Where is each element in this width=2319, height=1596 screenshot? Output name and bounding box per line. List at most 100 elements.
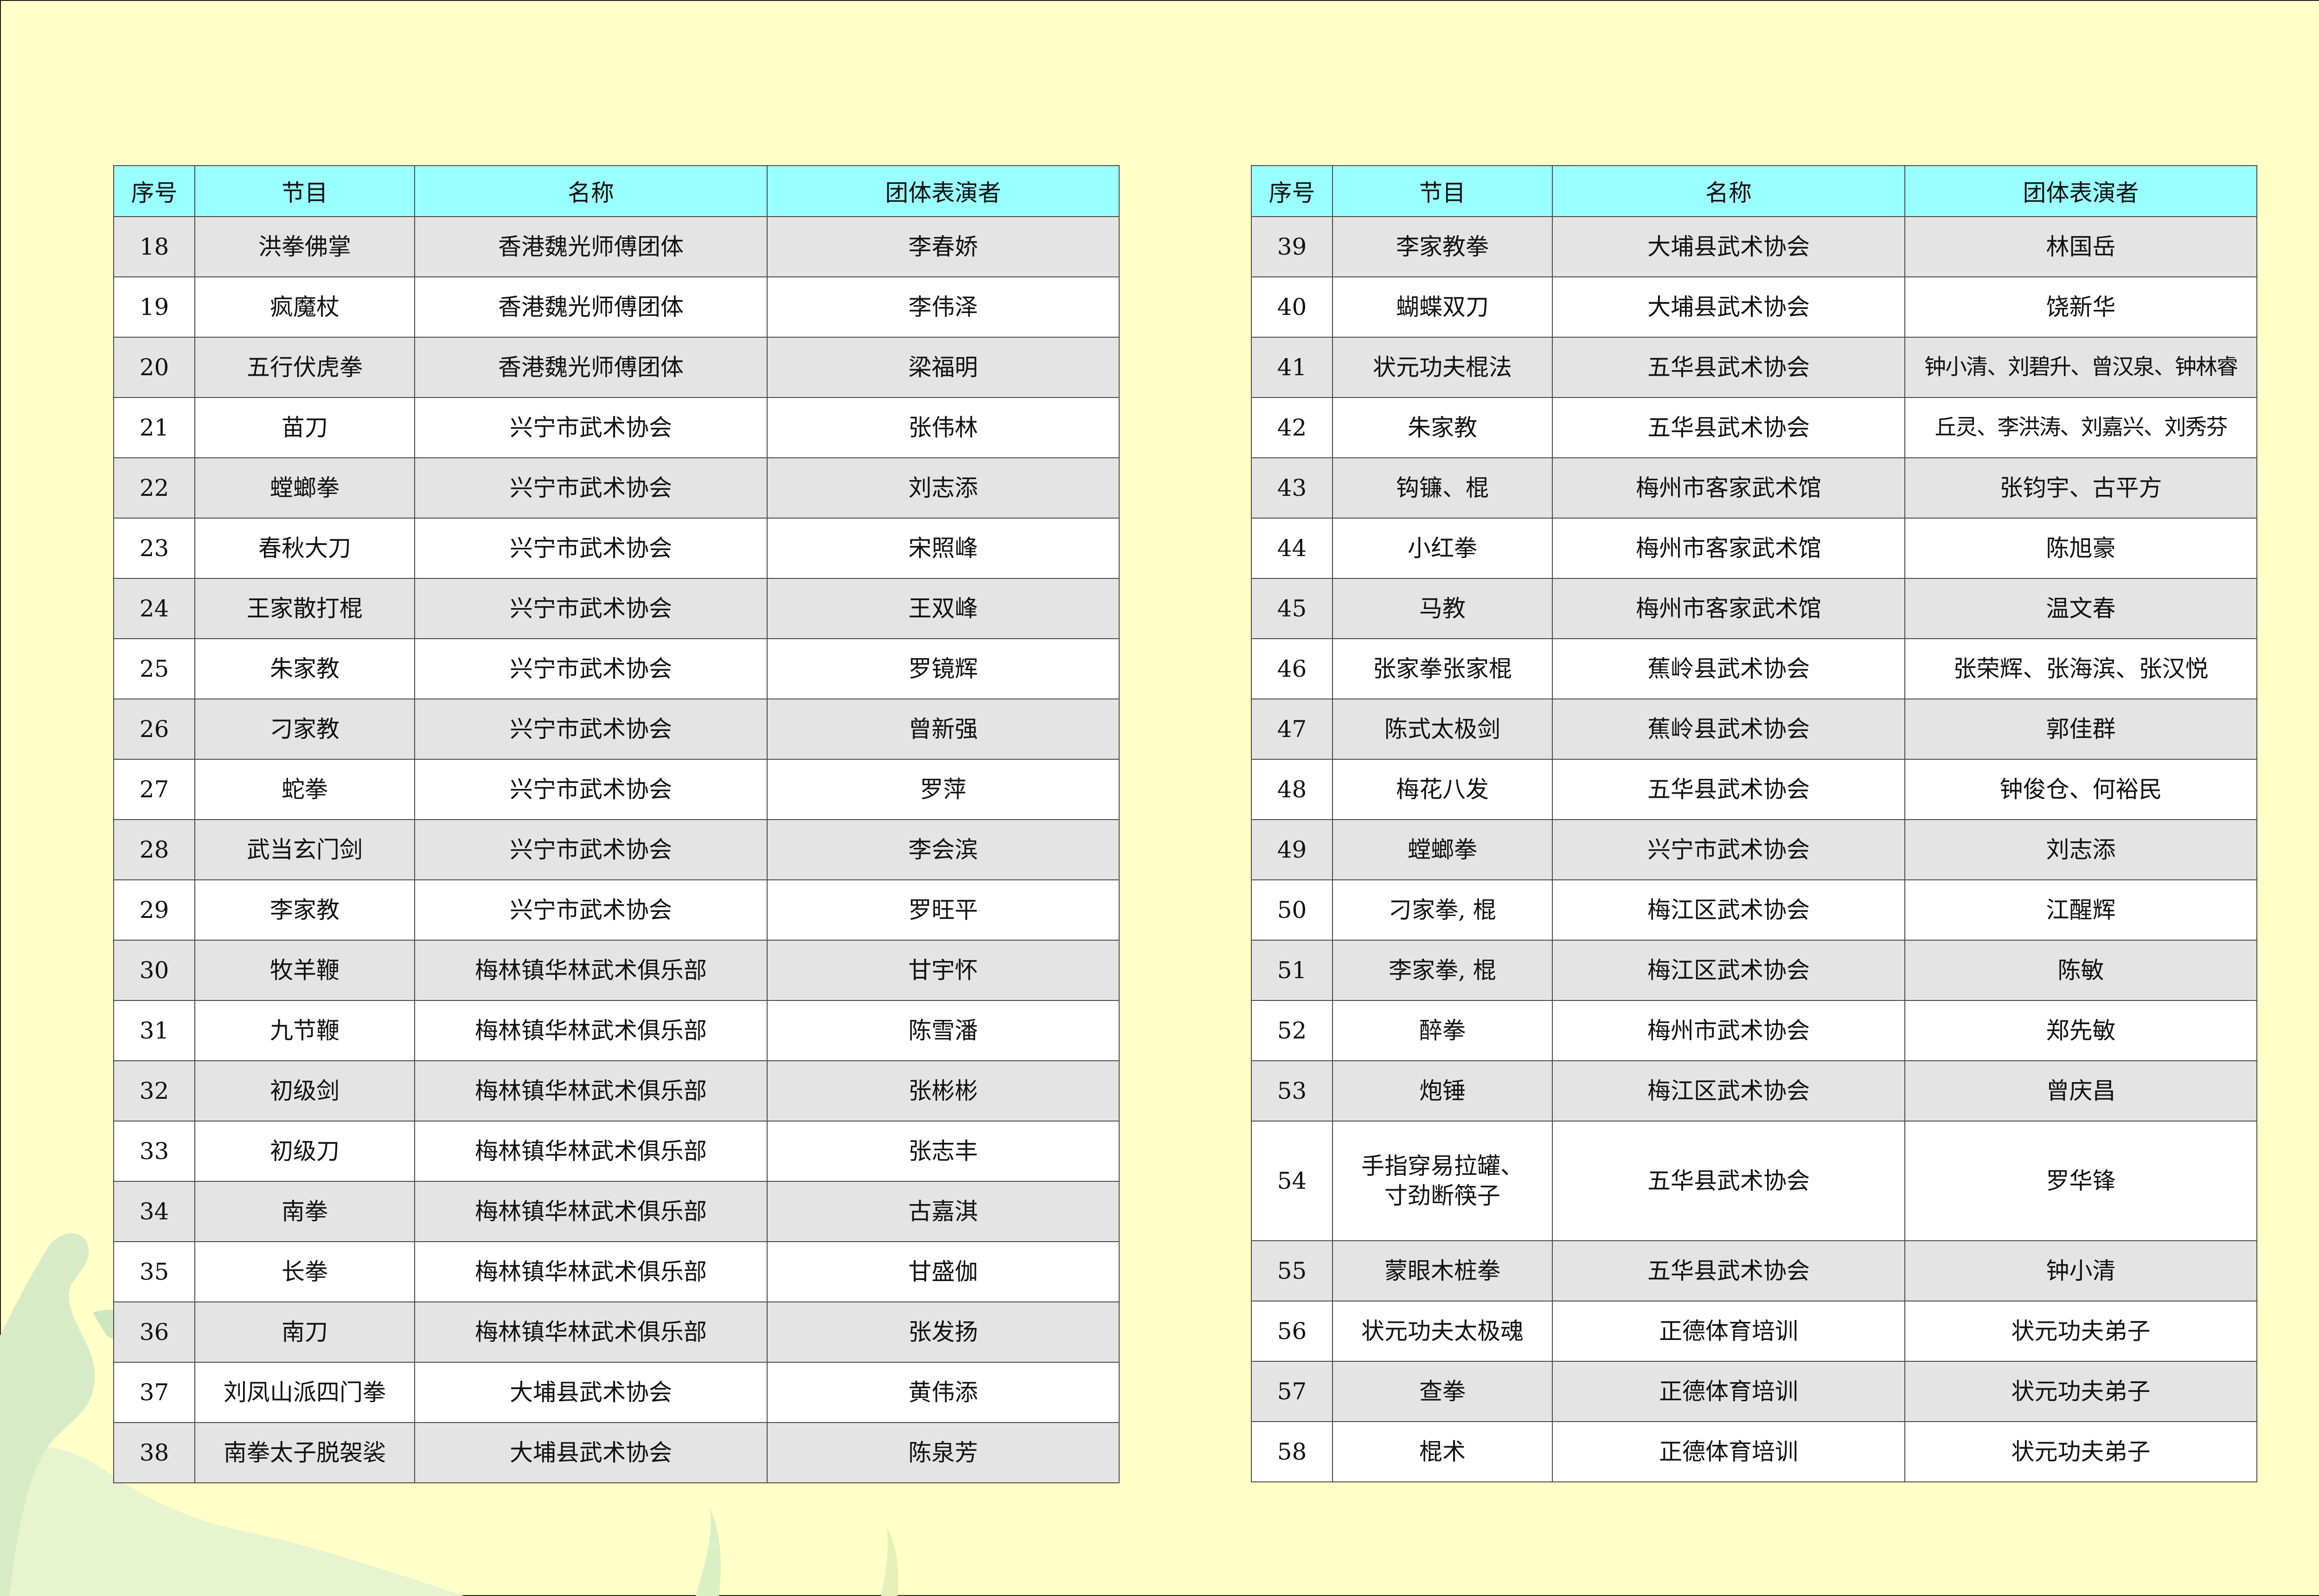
cell-org: 香港魏光师傅团体 [414, 276, 768, 338]
cell-performer: 丘灵、李洪涛、刘嘉兴、刘秀芬 [1904, 397, 2257, 458]
table-row: 51 李家拳, 棍梅江区武术协会 陈敏 [1251, 940, 2257, 1001]
cell-item: 蒙眼木桩拳 [1332, 1240, 1553, 1301]
cell-org: 正德体育培训 [1552, 1421, 1905, 1482]
cell-performer: 郭佳群 [1904, 699, 2257, 760]
table-row: 39 李家教拳 大埔县武术协会 林国岳 [1251, 216, 2257, 277]
cell-no: 19 [113, 276, 195, 338]
cell-org: 兴宁市武术协会 [414, 638, 768, 699]
cell-no: 25 [113, 638, 195, 699]
cell-item: 棍术 [1332, 1421, 1553, 1482]
cell-item: 南拳太子脱袈裟 [194, 1422, 415, 1483]
table-row: 31 九节鞭 梅林镇华林武术俱乐部 陈雪潘 [113, 1000, 1120, 1061]
header-performer: 团体表演者 [767, 165, 1120, 217]
table-row: 57 查拳 正德体育培训 状元功夫弟子 [1251, 1361, 2257, 1422]
cell-performer: 郑先敏 [1904, 1000, 2257, 1061]
cell-no: 23 [113, 518, 195, 579]
cell-org: 大埔县武术协会 [1552, 276, 1905, 338]
cell-performer: 张彬彬 [767, 1060, 1120, 1122]
cell-performer: 罗华锋 [1904, 1121, 2257, 1241]
cell-no: 53 [1251, 1060, 1333, 1122]
cell-item: 刁家拳, 棍 [1332, 879, 1553, 941]
cell-org: 五华县武术协会 [1552, 1121, 1905, 1241]
table-row: 54 手指穿易拉罐、寸劲断筷子 五华县武术协会 罗华锋 [1251, 1121, 2257, 1241]
cell-performer: 王双峰 [767, 578, 1120, 639]
header-item: 节目 [194, 165, 415, 217]
cell-no: 33 [113, 1121, 195, 1182]
cell-performer: 温文春 [1904, 578, 2257, 639]
cell-no: 30 [113, 940, 195, 1001]
table-row: 53 炮锤 梅江区武术协会 曾庆昌 [1251, 1060, 2257, 1122]
table-row: 28 武当玄门剑 兴宁市武术协会 李会滨 [113, 819, 1120, 880]
cell-org: 兴宁市武术协会 [414, 578, 768, 639]
cell-no: 46 [1251, 638, 1333, 699]
cell-no: 49 [1251, 819, 1333, 880]
table-row: 49 螳螂拳 兴宁市武术协会 刘志添 [1251, 819, 2257, 880]
cell-performer: 罗镜辉 [767, 638, 1120, 699]
cell-performer: 钟小清 [1904, 1240, 2257, 1301]
cell-item: 李家拳, 棍 [1332, 940, 1553, 1001]
table-row: 35 长拳 梅林镇华林武术俱乐部 甘盛伽 [113, 1241, 1120, 1302]
cell-item: 洪拳佛掌 [194, 216, 415, 277]
cell-org: 蕉岭县武术协会 [1552, 699, 1905, 760]
cell-org: 大埔县武术协会 [1552, 216, 1905, 277]
cell-org: 梅林镇华林武术俱乐部 [414, 1060, 768, 1122]
cell-org: 兴宁市武术协会 [414, 457, 768, 519]
cell-performer: 李会滨 [767, 819, 1120, 880]
cell-performer: 张发扬 [767, 1301, 1120, 1363]
table-row: 46 张家拳张家棍 蕉岭县武术协会 张荣辉、张海滨、张汉悦 [1251, 638, 2257, 699]
cell-performer: 状元功夫弟子 [1904, 1361, 2257, 1422]
header-no: 序号 [113, 165, 195, 217]
cell-no: 27 [113, 759, 195, 820]
program-table-left: 序号 节目 名称 团体表演者 18 洪拳佛掌 香港魏光师傅团体 李春娇 19 疯魔杖 香港魏… [113, 165, 1120, 1483]
cell-item: 醉拳 [1332, 1000, 1553, 1061]
table-row: 55 蒙眼木桩拳 五华县武术协会 钟小清 [1251, 1240, 2257, 1301]
table-row: 48 梅花八发 五华县武术协会 钟俊仓、何裕民 [1251, 759, 2257, 820]
cell-performer: 张荣辉、张海滨、张汉悦 [1904, 638, 2257, 699]
cell-org: 梅江区武术协会 [1552, 1060, 1905, 1122]
table-row: 23 春秋大刀 兴宁市武术协会 宋照峰 [113, 518, 1120, 579]
cell-item: 张家拳张家棍 [1332, 638, 1553, 699]
cell-performer: 宋照峰 [767, 518, 1120, 579]
table-row: 56 状元功夫太极魂 正德体育培训 状元功夫弟子 [1251, 1301, 2257, 1362]
cell-org: 梅江区武术协会 [1552, 940, 1905, 1001]
table-header-row: 序号 节目 名称 团体表演者 [1251, 165, 2257, 217]
cell-org: 梅林镇华林武术俱乐部 [414, 1241, 768, 1302]
cell-item: 炮锤 [1332, 1060, 1553, 1122]
cell-performer: 李伟泽 [767, 276, 1120, 338]
cell-item: 梅花八发 [1332, 759, 1553, 820]
cell-item: 王家散打棍 [194, 578, 415, 639]
cell-performer: 黄伟添 [767, 1362, 1120, 1423]
cell-performer: 甘宇怀 [767, 940, 1120, 1001]
cell-no: 22 [113, 457, 195, 519]
cell-item: 螳螂拳 [1332, 819, 1553, 880]
cell-org: 梅州市客家武术馆 [1552, 518, 1905, 579]
cell-performer: 钟俊仓、何裕民 [1904, 759, 2257, 820]
table-row: 37 刘凤山派四门拳 大埔县武术协会 黄伟添 [113, 1362, 1120, 1423]
table-row: 18 洪拳佛掌 香港魏光师傅团体 李春娇 [113, 216, 1120, 277]
cell-org: 兴宁市武术协会 [414, 699, 768, 760]
cell-performer: 状元功夫弟子 [1904, 1421, 2257, 1482]
cell-org: 梅林镇华林武术俱乐部 [414, 1181, 768, 1242]
cell-org: 兴宁市武术协会 [414, 879, 768, 941]
header-performer: 团体表演者 [1904, 165, 2257, 217]
cell-performer: 陈泉芳 [767, 1422, 1120, 1483]
cell-org: 梅林镇华林武术俱乐部 [414, 1301, 768, 1363]
cell-item: 查拳 [1332, 1361, 1553, 1422]
header-item: 节目 [1332, 165, 1553, 217]
cell-no: 44 [1251, 518, 1333, 579]
cell-item: 春秋大刀 [194, 518, 415, 579]
cell-org: 五华县武术协会 [1552, 397, 1905, 458]
header-org: 名称 [1552, 165, 1905, 217]
table-row: 58 棍术 正德体育培训 状元功夫弟子 [1251, 1421, 2257, 1482]
table-row: 41 状元功夫棍法 五华县武术协会 钟小清、刘碧升、曾汉泉、钟林睿 [1251, 337, 2257, 398]
cell-item: 长拳 [194, 1241, 415, 1302]
table-row: 24 王家散打棍 兴宁市武术协会 王双峰 [113, 578, 1120, 639]
cell-no: 48 [1251, 759, 1333, 820]
cell-org: 正德体育培训 [1552, 1301, 1905, 1362]
cell-performer: 张钧宇、古平方 [1904, 457, 2257, 519]
cell-no: 58 [1251, 1421, 1333, 1482]
cell-item: 蝴蝶双刀 [1332, 276, 1553, 338]
table-row: 33 初级刀 梅林镇华林武术俱乐部 张志丰 [113, 1121, 1120, 1182]
cell-performer: 张志丰 [767, 1121, 1120, 1182]
cell-org: 大埔县武术协会 [414, 1422, 768, 1483]
